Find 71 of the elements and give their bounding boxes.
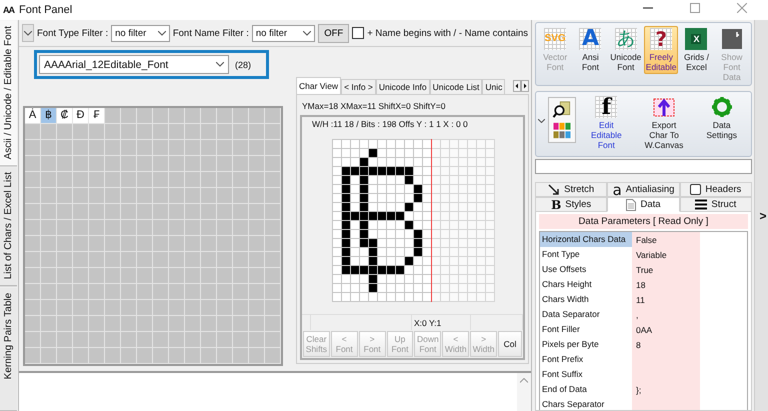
ribbon-button[interactable]: A Ansi Font <box>573 26 608 74</box>
tab[interactable]: Data <box>607 197 680 212</box>
property-name[interactable]: Font Filler <box>540 322 632 337</box>
filter-label: Font Type Filter : <box>37 28 108 38</box>
property-name[interactable]: Use Offsets <box>540 262 632 277</box>
property-name[interactable]: Chars Separator <box>540 397 632 410</box>
svg-file-icon: SVG <box>544 28 566 50</box>
property-name[interactable]: Pixels per Byte <box>540 337 632 352</box>
tool-button[interactable]: Data Settings <box>694 95 750 141</box>
property-value: False <box>635 234 657 244</box>
tab[interactable]: Struct <box>680 197 752 212</box>
tab[interactable]: Char View <box>296 77 342 94</box>
glyph-cell[interactable]: Ȧ <box>25 108 40 123</box>
spreadsheet-icon: X <box>685 28 708 50</box>
property-name[interactable]: Data Separator <box>540 307 632 322</box>
tab[interactable]: Unicode Info <box>376 79 430 94</box>
glyph-cell[interactable]: ₡ <box>57 108 72 123</box>
property-value: 11 <box>635 294 645 304</box>
tab[interactable]: Unic <box>482 79 506 94</box>
bitmap-info: W/H :11 18 / Bits : 198 Offs Y : 1 1 X : 0 0 <box>311 118 469 131</box>
side-tab[interactable]: Ascii / Unicode / Editable Font <box>0 20 17 166</box>
font-type-select[interactable]: no filter <box>111 24 170 42</box>
tab[interactable]: Unicode List <box>430 79 482 94</box>
tool-button[interactable]: Export Char To W.Canvas <box>636 95 692 151</box>
property-name[interactable]: Font Type <box>540 247 632 262</box>
property-value: , <box>635 310 638 320</box>
filter-label: Font Name Filter : <box>172 28 249 38</box>
property-value: Variable <box>635 250 667 260</box>
font-count: (28) <box>235 60 252 70</box>
side-tab[interactable]: List of Chars / Excel List <box>0 166 17 287</box>
property-name[interactable]: End of Data <box>540 382 632 397</box>
ribbon-button[interactable]: X Grids / Excel <box>679 26 714 74</box>
panel-title: Data Parameters [ Read Only ] <box>539 214 748 229</box>
tab[interactable]: Headers <box>680 182 752 197</box>
property-name[interactable]: Chars Height <box>540 277 632 292</box>
glyph-cell[interactable]: Ɖ <box>73 108 88 123</box>
tool-button[interactable]: f Edit Editable Font <box>579 95 634 151</box>
property-value: 0AA <box>635 324 652 334</box>
app-logo: AA <box>3 5 14 15</box>
font-icon: f <box>595 96 618 118</box>
cursor-position: X:0 Y:1 <box>412 315 471 330</box>
ribbon-button[interactable]: あ Unicode Font <box>608 26 643 74</box>
tab[interactable]: < Info > <box>341 79 376 94</box>
glyph-cell[interactable]: ₣ <box>89 108 104 123</box>
edit-button[interactable]: Col <box>498 331 522 357</box>
property-name[interactable]: Font Suffix <box>540 367 632 382</box>
bold-icon: B <box>551 198 562 210</box>
property-value: 8 <box>635 340 641 350</box>
property-value: 18 <box>635 280 646 290</box>
question-icon: ? <box>650 28 672 50</box>
letter-icon: A <box>579 28 602 50</box>
expand-button[interactable]: > <box>759 208 766 222</box>
filter-toggle-button[interactable]: OFF <box>318 24 350 42</box>
checkbox-label: + Name begins with / - Name contains <box>367 28 528 38</box>
tab[interactable]: B Styles <box>535 197 608 212</box>
letter-icon: a <box>612 184 622 196</box>
glyph-cell[interactable]: ฿ <box>41 108 56 123</box>
window-title: Font Panel <box>19 4 72 16</box>
ribbon-button[interactable]: ? Freely Editable <box>644 26 678 74</box>
property-value: True <box>635 264 654 274</box>
tab[interactable]: a Antialiasing <box>607 182 680 197</box>
font-combobox[interactable]: AAAArial_12Editable_Font <box>39 55 229 74</box>
property-name[interactable]: Horizontal Chars Data <box>540 232 632 247</box>
property-name[interactable]: Chars Width <box>540 292 632 307</box>
char-metrics: YMax=18 XMax=11 ShiftX=0 ShiftY=0 <box>301 100 446 113</box>
property-name[interactable]: Font Prefix <box>540 352 632 367</box>
property-value: }; <box>635 384 642 394</box>
side-tab[interactable]: Kerning Pairs Table <box>0 286 17 411</box>
font-name-select[interactable]: no filter <box>252 24 316 42</box>
kana-icon: あ <box>614 28 637 50</box>
tab[interactable]: Stretch <box>535 182 608 197</box>
